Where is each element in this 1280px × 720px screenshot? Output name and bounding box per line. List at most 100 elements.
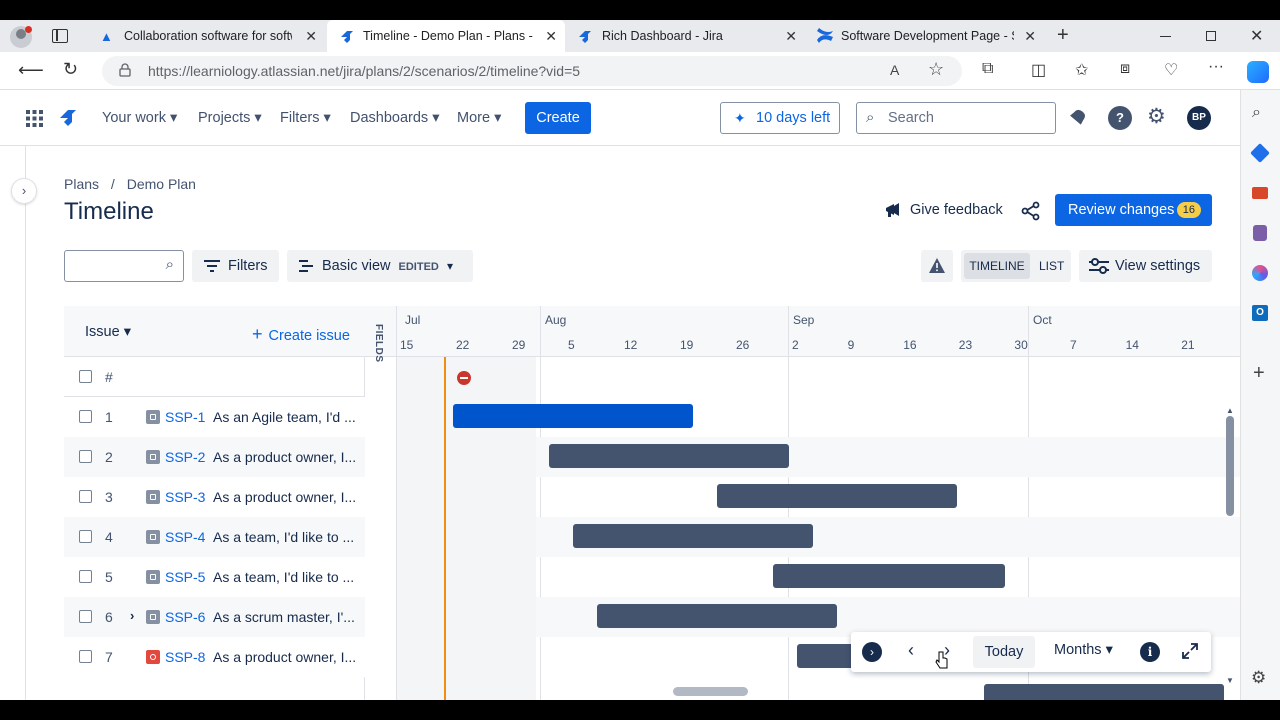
copilot-icon[interactable] xyxy=(1247,61,1269,83)
timeline-bar[interactable] xyxy=(984,684,1224,700)
no-entry-icon[interactable] xyxy=(457,371,471,385)
search-icon[interactable]: ⌕ xyxy=(1252,104,1261,122)
nav-projects[interactable]: Projects ▾ xyxy=(198,110,262,126)
vertical-scrollbar[interactable] xyxy=(1226,416,1234,516)
favorites-icon[interactable]: ✩ xyxy=(1075,60,1088,80)
issue-summary[interactable]: As a team, I'd like to ... xyxy=(213,529,354,545)
row-checkbox[interactable] xyxy=(79,490,92,503)
issue-summary[interactable]: As a team, I'd like to ... xyxy=(213,569,354,585)
more-menu-icon[interactable]: ··· xyxy=(1208,58,1224,76)
notifications-icon[interactable] xyxy=(1069,108,1087,126)
nav-more[interactable]: More ▾ xyxy=(457,110,501,126)
table-row[interactable]: 5 SSP-5 As a team, I'd like to ... xyxy=(64,557,365,597)
create-issue-button[interactable]: + Create issue xyxy=(252,324,350,345)
restore-icon[interactable] xyxy=(1206,31,1216,41)
timeline-bar[interactable] xyxy=(453,404,693,428)
table-row[interactable]: 6 › SSP-6 As a scrum master, I'... xyxy=(64,597,365,637)
row-checkbox[interactable] xyxy=(79,570,92,583)
timeline-bar[interactable] xyxy=(573,524,813,548)
minimize-icon[interactable] xyxy=(1160,36,1171,37)
row-checkbox[interactable] xyxy=(79,610,92,623)
trial-button[interactable]: ✦ 10 days left xyxy=(720,102,840,134)
timeline-bar[interactable] xyxy=(549,444,789,468)
browser-essentials-icon[interactable]: ♡ xyxy=(1164,60,1178,80)
close-icon[interactable]: ✕ xyxy=(305,28,317,45)
issue-summary[interactable]: As an Agile team, I'd ... xyxy=(213,409,356,425)
horizontal-scrollbar[interactable] xyxy=(673,687,748,696)
row-checkbox[interactable] xyxy=(79,450,92,463)
table-row[interactable]: 1 SSP-1 As an Agile team, I'd ... xyxy=(64,397,365,437)
breadcrumb-demo-plan[interactable]: Demo Plan xyxy=(127,176,196,192)
breadcrumb-plans[interactable]: Plans xyxy=(64,176,99,192)
jira-logo-icon[interactable] xyxy=(58,108,78,128)
add-sidebar-icon[interactable]: + xyxy=(1253,362,1265,385)
issue-summary[interactable]: As a product owner, I... xyxy=(213,449,356,465)
timeline-toggle[interactable]: TIMELINE xyxy=(964,253,1030,279)
issue-key-link[interactable]: SSP-4 xyxy=(165,529,205,545)
profile-icon[interactable] xyxy=(10,26,32,48)
tab-actions-icon[interactable] xyxy=(52,29,68,43)
table-row[interactable]: 7 SSP-8 As a product owner, I... xyxy=(64,637,365,677)
issue-key-link[interactable]: SSP-3 xyxy=(165,489,205,505)
close-icon[interactable]: ✕ xyxy=(545,28,557,45)
app-switcher-icon[interactable] xyxy=(26,110,43,127)
help-icon[interactable]: ? xyxy=(1108,106,1132,130)
microsoft365-icon[interactable] xyxy=(1252,265,1268,281)
collections-icon[interactable]: ⧈ xyxy=(1120,60,1130,78)
search-input[interactable]: ⌕ Search xyxy=(856,102,1056,134)
tab-software-development[interactable]: Software Development Page - Sc ✕ xyxy=(806,20,1044,52)
row-checkbox[interactable] xyxy=(79,410,92,423)
favorite-star-icon[interactable]: ☆ xyxy=(928,59,944,80)
url-field[interactable]: https://learniology.atlassian.net/jira/p… xyxy=(102,56,962,86)
issue-key-link[interactable]: SSP-8 xyxy=(165,649,205,665)
list-toggle[interactable]: LIST xyxy=(1039,250,1064,282)
shopping-icon[interactable] xyxy=(1250,143,1270,163)
sidebar-settings-icon[interactable]: ⚙ xyxy=(1251,668,1266,688)
timeline-bar[interactable] xyxy=(597,604,837,628)
share-icon[interactable] xyxy=(1021,201,1041,221)
filters-button[interactable]: Filters xyxy=(192,250,279,282)
previous-icon[interactable]: ‹ xyxy=(908,640,914,661)
split-screen-icon[interactable]: ◫ xyxy=(1031,60,1046,80)
row-checkbox[interactable] xyxy=(79,530,92,543)
tab-rich-dashboard[interactable]: Rich Dashboard - Jira ✕ xyxy=(567,20,805,52)
issue-key-link[interactable]: SSP-1 xyxy=(165,409,205,425)
warnings-button[interactable] xyxy=(921,250,953,282)
review-changes-button[interactable]: Review changes 16 xyxy=(1055,194,1212,226)
issue-summary[interactable]: As a scrum master, I'... xyxy=(213,609,355,625)
fields-header[interactable]: FIELDS xyxy=(365,306,396,363)
outlook-icon[interactable]: O xyxy=(1252,305,1268,321)
table-row[interactable]: 3 SSP-3 As a product owner, I... xyxy=(64,477,365,517)
info-icon[interactable]: i xyxy=(1140,642,1160,662)
expand-row-icon[interactable]: › xyxy=(130,608,134,623)
read-aloud-icon[interactable]: A xyxy=(890,62,899,78)
scroll-down-icon[interactable]: ▼ xyxy=(1226,676,1234,685)
create-button[interactable]: Create xyxy=(525,102,591,134)
tab-confluence[interactable]: ▲ Collaboration software for softw ✕ xyxy=(90,20,325,52)
view-settings-button[interactable]: View settings xyxy=(1079,250,1212,282)
nav-filters[interactable]: Filters ▾ xyxy=(280,110,331,126)
new-tab-icon[interactable]: + xyxy=(1057,24,1069,47)
issue-summary[interactable]: As a product owner, I... xyxy=(213,649,356,665)
fullscreen-icon[interactable] xyxy=(1181,642,1199,660)
settings-icon[interactable]: ⚙ xyxy=(1147,104,1166,129)
issue-column-header[interactable]: Issue ▾ xyxy=(85,324,131,340)
row-checkbox[interactable] xyxy=(79,650,92,663)
timeline-bar[interactable] xyxy=(773,564,1005,588)
scale-selector[interactable]: Months ▾ xyxy=(1054,642,1113,658)
view-selector[interactable]: Basic view EDITED ▾ xyxy=(287,250,473,282)
close-window-icon[interactable]: ✕ xyxy=(1250,26,1263,46)
refresh-icon[interactable]: ↻ xyxy=(63,59,78,80)
tab-timeline[interactable]: Timeline - Demo Plan - Plans - Ji ✕ xyxy=(327,20,565,52)
tools-icon[interactable] xyxy=(1252,187,1268,199)
table-row[interactable]: 2 SSP-2 As a product owner, I... xyxy=(64,437,365,477)
close-icon[interactable]: ✕ xyxy=(1024,28,1036,45)
nav-your-work[interactable]: Your work ▾ xyxy=(102,110,177,126)
issue-key-link[interactable]: SSP-2 xyxy=(165,449,205,465)
issue-summary[interactable]: As a product owner, I... xyxy=(213,489,356,505)
expand-panel-icon[interactable]: › xyxy=(862,642,882,662)
scroll-up-icon[interactable]: ▲ xyxy=(1226,406,1234,415)
issue-key-link[interactable]: SSP-5 xyxy=(165,569,205,585)
issue-key-link[interactable]: SSP-6 xyxy=(165,609,205,625)
nav-dashboards[interactable]: Dashboards ▾ xyxy=(350,110,440,126)
